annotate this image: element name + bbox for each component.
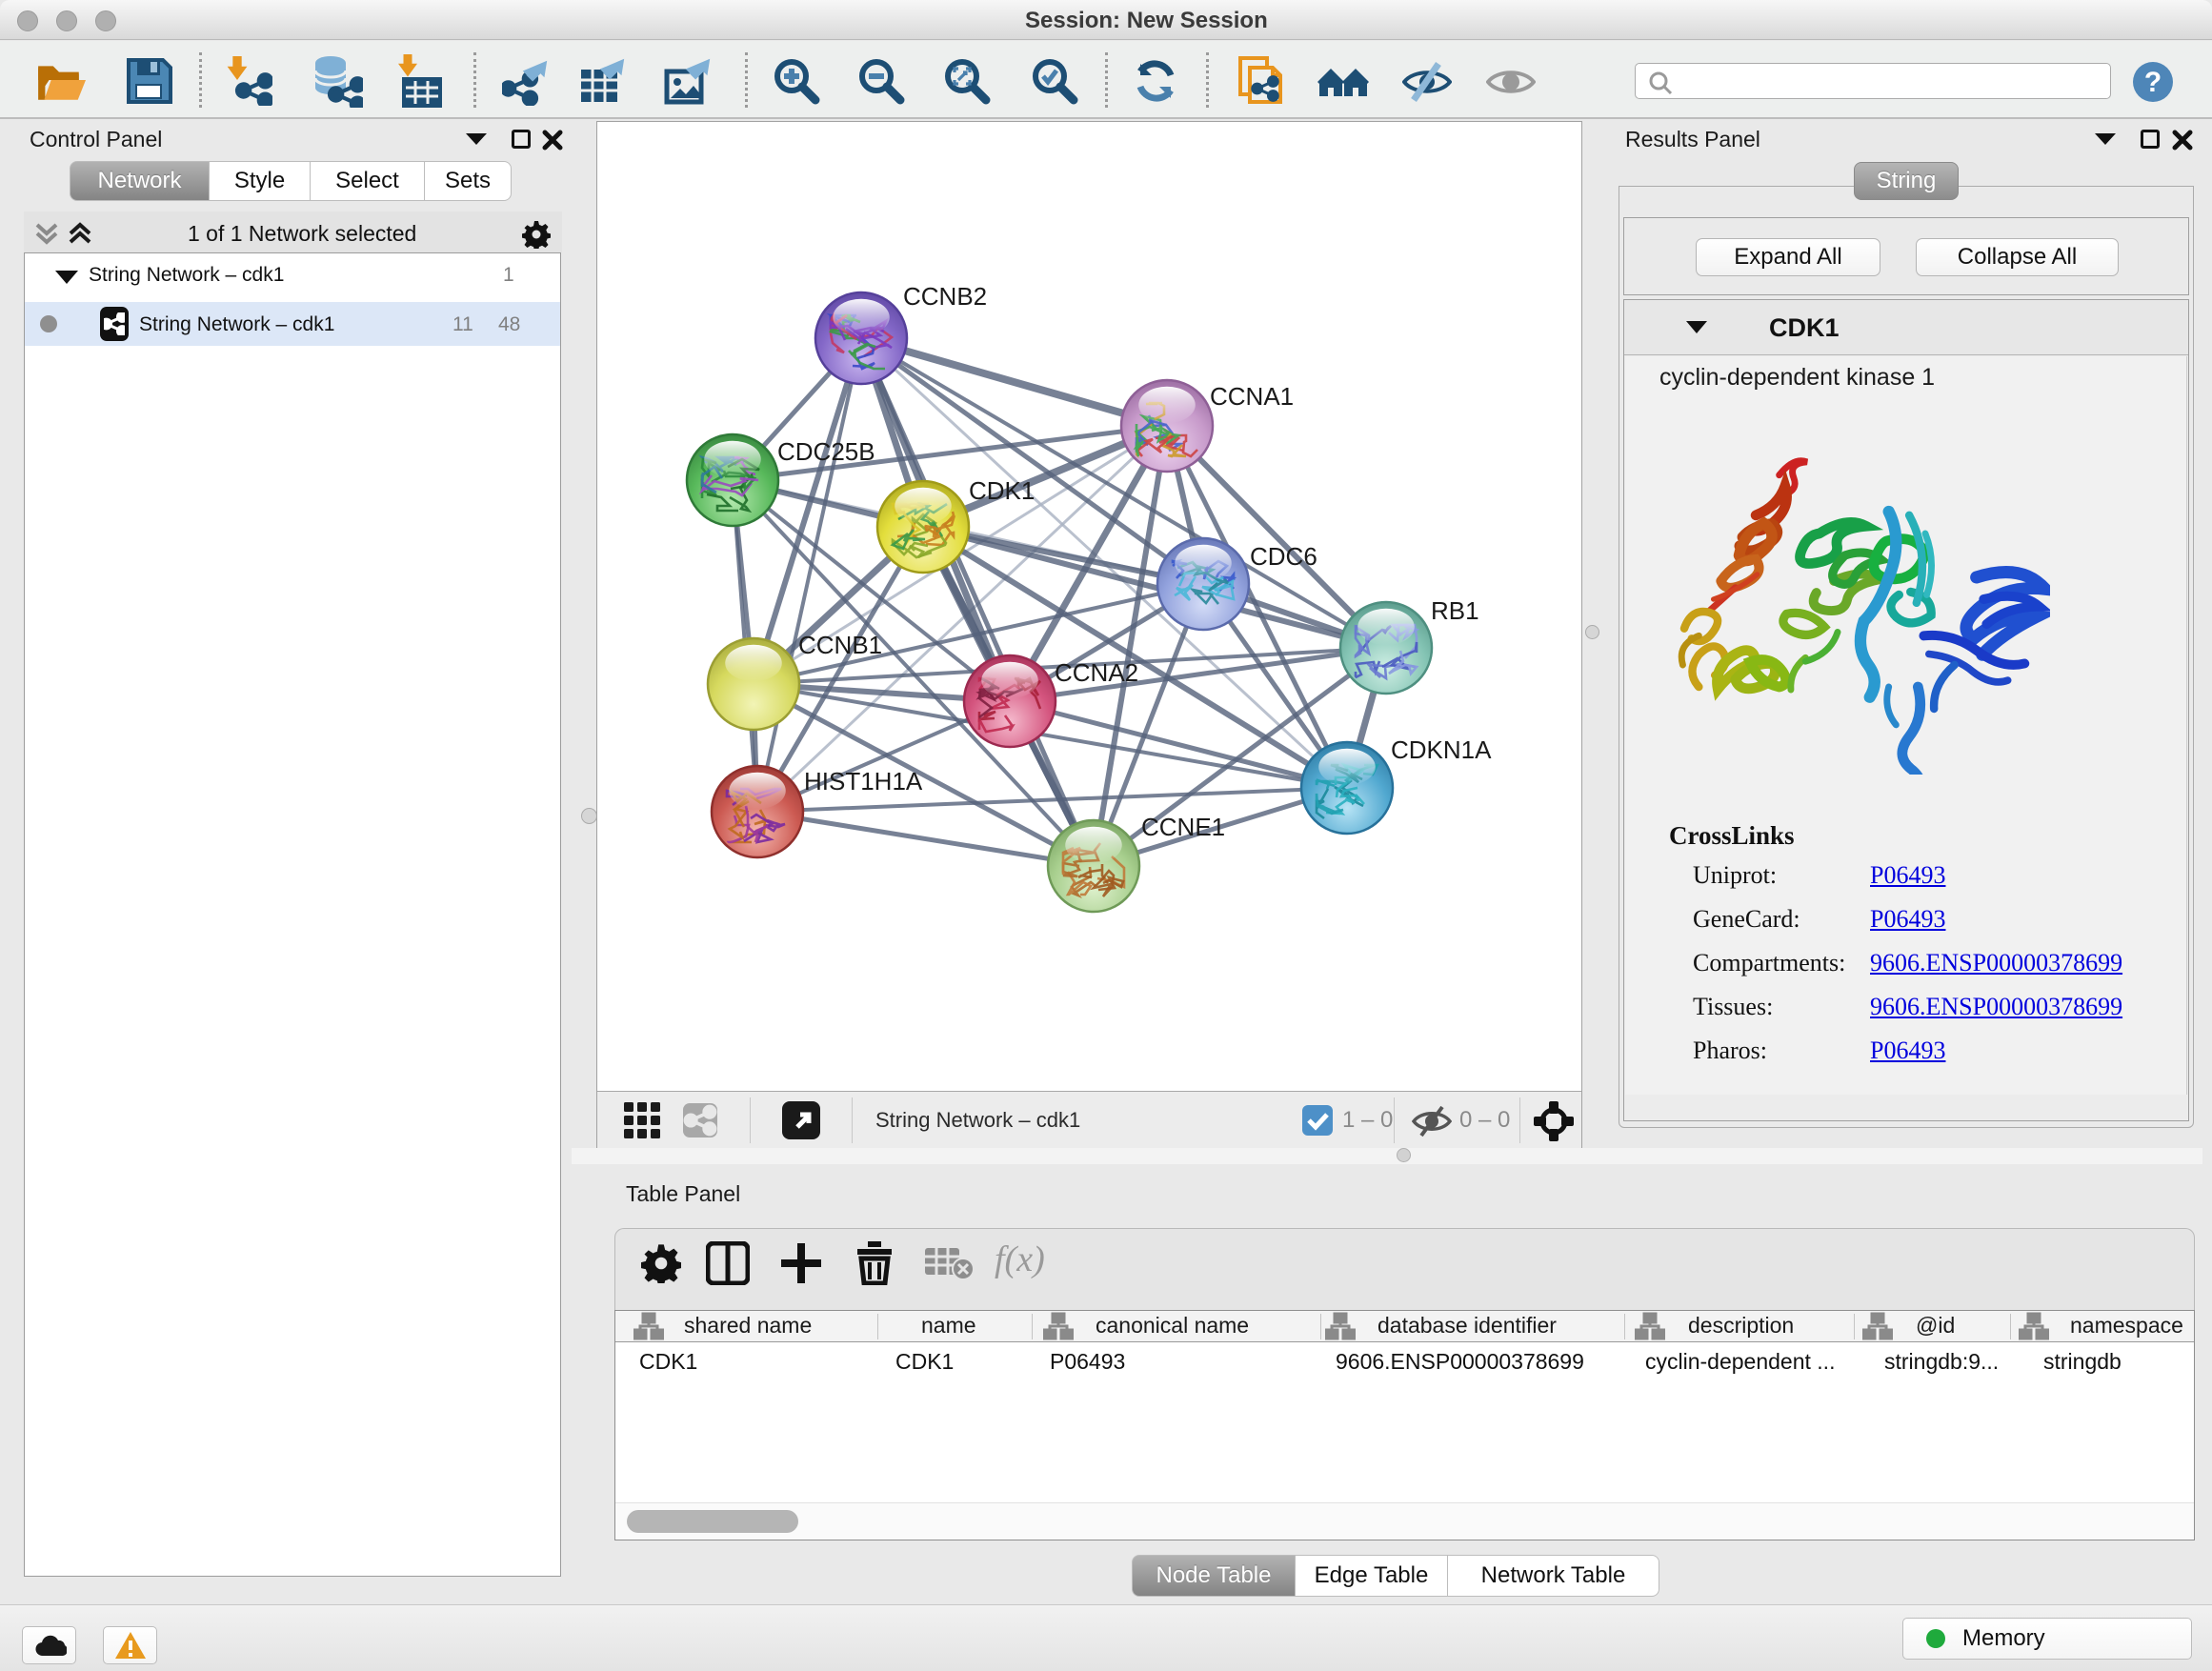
svg-text:CDC25B: CDC25B [777,437,875,466]
svg-text:CCNB2: CCNB2 [903,282,987,311]
svg-text:CDKN1A: CDKN1A [1391,735,1492,764]
svg-text:HIST1H1A: HIST1H1A [804,767,923,795]
svg-text:CCNB1: CCNB1 [798,631,882,659]
svg-text:CCNA2: CCNA2 [1055,658,1138,687]
svg-text:RB1: RB1 [1431,596,1479,625]
svg-text:?: ? [2144,67,2162,98]
svg-text:CCNE1: CCNE1 [1141,813,1225,841]
svg-text:CDC6: CDC6 [1250,542,1317,571]
svg-text:CCNA1: CCNA1 [1210,382,1294,411]
svg-text:CDK1: CDK1 [969,476,1035,505]
